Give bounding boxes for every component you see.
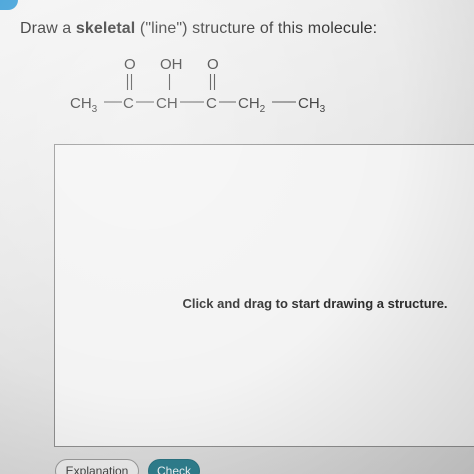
methine-carbon: CH xyxy=(156,95,178,112)
carbonyl-oxygen-2: O xyxy=(207,56,219,73)
question-instruction: Draw a skeletal ("line") structure of th… xyxy=(20,20,377,38)
corner-badge xyxy=(0,0,18,10)
screen: Draw a skeletal ("line") structure of th… xyxy=(0,0,474,474)
condensed-structure-diagram: O OH O CH3 C CH C CH2 CH3 xyxy=(70,56,326,115)
methylene-group: CH2 xyxy=(238,95,266,115)
drawing-canvas[interactable]: Click and drag to start drawing a struct… xyxy=(54,144,474,447)
carbonyl-carbon-1: C xyxy=(123,95,134,112)
explanation-button[interactable]: Explanation xyxy=(55,459,139,474)
instruction-emphasis: skeletal xyxy=(75,20,136,37)
methyl-left: CH3 xyxy=(70,95,98,115)
hydroxyl-group: OH xyxy=(160,56,183,73)
canvas-hint: Click and drag to start drawing a struct… xyxy=(182,296,448,311)
carbonyl-oxygen-1: O xyxy=(124,56,136,73)
check-button[interactable]: Check xyxy=(148,459,200,474)
carbonyl-carbon-2: C xyxy=(206,95,217,112)
instruction-prefix: Draw a xyxy=(20,20,76,37)
instruction-suffix: ("line") structure of this molecule: xyxy=(135,20,378,37)
methyl-right: CH3 xyxy=(298,95,326,115)
